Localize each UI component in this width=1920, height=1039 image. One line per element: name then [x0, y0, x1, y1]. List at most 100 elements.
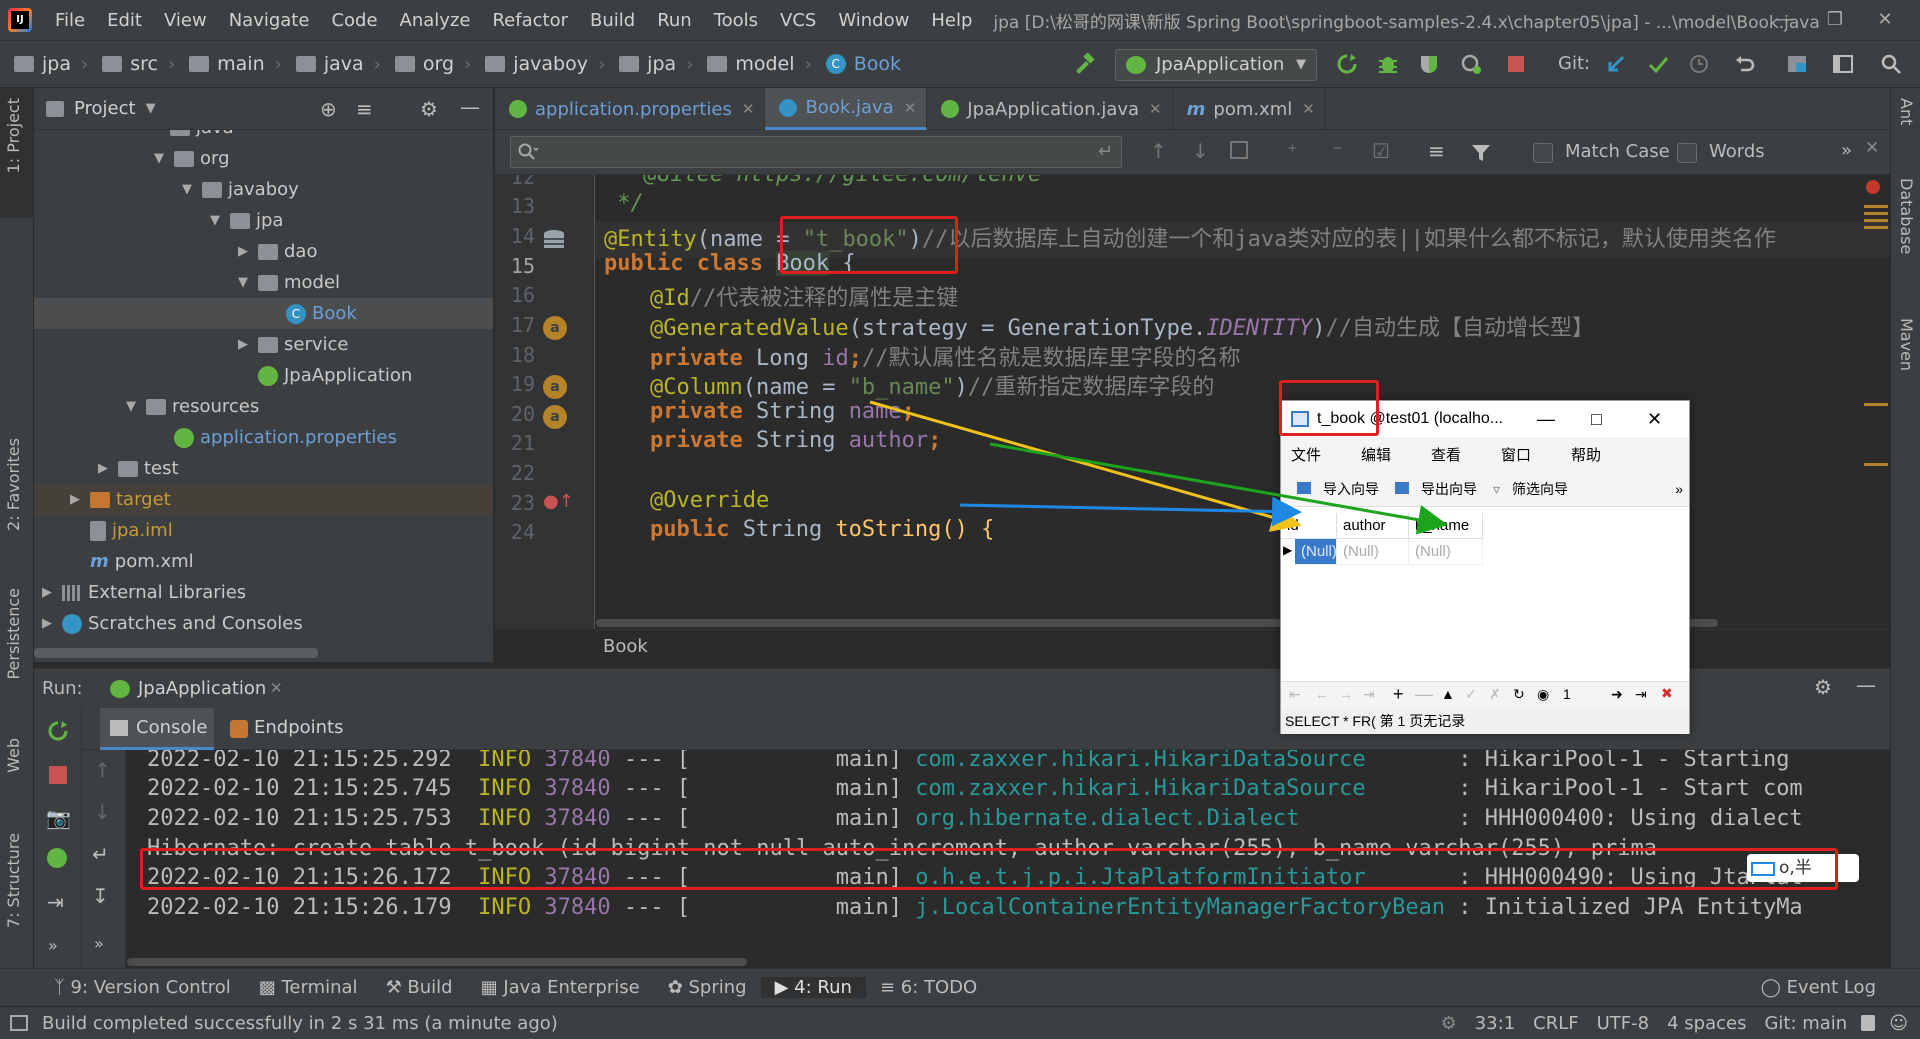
menu-view[interactable]: View	[153, 10, 218, 31]
export-wizard-button[interactable]: 导出向导	[1387, 479, 1477, 499]
close-tab-icon[interactable]: ✕	[1302, 100, 1315, 118]
git-commit-check-icon[interactable]	[1647, 53, 1669, 75]
last-page-icon[interactable]: ⇥	[1635, 686, 1647, 703]
find-input[interactable]: ↵	[510, 136, 1122, 168]
console-horizontal-scrollbar[interactable]	[127, 958, 747, 966]
stop-query-icon[interactable]: ◉	[1537, 686, 1549, 703]
tree-node-org[interactable]: ▼ org	[34, 143, 493, 174]
field-annotation-icon[interactable]: a	[543, 375, 567, 399]
menu-file[interactable]: File	[44, 10, 96, 31]
stop-icon[interactable]	[1505, 53, 1527, 75]
tree-node-test[interactable]: ▶ test	[34, 453, 493, 484]
breadcrumb-main[interactable]: main ›	[175, 53, 282, 75]
maximize-icon[interactable]: □	[1591, 401, 1602, 437]
match-case-checkbox[interactable]	[1533, 143, 1553, 163]
breadcrumb-java[interactable]: java ›	[282, 53, 381, 75]
tree-node-service[interactable]: ▶ service	[34, 329, 493, 360]
tool-tab-favorites[interactable]: 2: Favorites	[4, 438, 23, 531]
apply-icon[interactable]: ✓	[1465, 686, 1477, 703]
collapsed-triangle-icon[interactable]: ▶	[68, 492, 82, 507]
navicat-menu-window[interactable]: 窗口	[1501, 444, 1561, 465]
menu-edit[interactable]: Edit	[96, 10, 153, 31]
hide-panel-icon[interactable]: —	[1856, 673, 1876, 697]
menu-navigate[interactable]: Navigate	[218, 10, 321, 31]
multiline-icon[interactable]: ≡	[1428, 139, 1445, 163]
tree-node-java[interactable]: java	[34, 130, 493, 143]
last-record-icon[interactable]: ⇥	[1363, 686, 1375, 703]
tree-node-scratches[interactable]: ▶ Scratches and Consoles	[34, 608, 493, 639]
project-panel-title[interactable]: Project	[74, 98, 136, 119]
status-panel-icon[interactable]	[10, 1015, 28, 1031]
project-structure-icon[interactable]	[1786, 53, 1808, 75]
tree-node-model[interactable]: ▼ model	[34, 267, 493, 298]
login-arrow-icon[interactable]: ⇥	[47, 890, 64, 914]
refresh-icon[interactable]: ↻	[1513, 686, 1525, 703]
minimize-icon[interactable]: —	[1760, 0, 1810, 40]
menu-code[interactable]: Code	[320, 10, 388, 31]
override-marker-icon[interactable]: ●↑	[543, 491, 574, 512]
tool-version-control[interactable]: ᛉ 9: Version Control	[40, 977, 245, 998]
caret-position[interactable]: 33:1	[1475, 1013, 1515, 1034]
tree-node-javaboy[interactable]: ▼ javaboy	[34, 174, 493, 205]
tree-node-jpa-iml[interactable]: jpa.iml	[34, 515, 493, 546]
restore-icon[interactable]: ❐	[1810, 0, 1860, 40]
select-occurrences-icon[interactable]: ☑	[1372, 139, 1390, 163]
more-icon[interactable]: »	[1675, 481, 1683, 497]
navicat-menu-help[interactable]: 帮助	[1571, 444, 1631, 465]
navicat-menu-view[interactable]: 查看	[1431, 444, 1491, 465]
tool-run[interactable]: ▶ 4: Run	[760, 977, 866, 998]
up-icon[interactable]: ▲	[1441, 686, 1455, 702]
cell-id[interactable]: (Null)	[1295, 539, 1337, 565]
navicat-menu-file[interactable]: 文件	[1291, 444, 1351, 465]
prev-record-icon[interactable]: ←	[1315, 686, 1329, 702]
expand-triangle-icon[interactable]: ▼	[180, 182, 194, 197]
tool-tab-persistence[interactable]: Persistence	[4, 588, 23, 680]
breadcrumb-book[interactable]: C Book	[812, 53, 901, 75]
navicat-menu-edit[interactable]: 编辑	[1361, 444, 1421, 465]
history-clock-icon[interactable]	[1688, 53, 1710, 75]
collapsed-triangle-icon[interactable]: ▶	[96, 461, 110, 476]
user-icon[interactable]: ☺	[1889, 1013, 1908, 1034]
tool-build[interactable]: ⚒ Build	[372, 977, 467, 998]
tree-node-dao[interactable]: ▶ dao	[34, 236, 493, 267]
column-header-author[interactable]: author	[1337, 513, 1409, 539]
locate-crosshair-icon[interactable]: ⊕	[320, 97, 337, 121]
scroll-up-icon[interactable]: ↑	[94, 758, 111, 782]
close-run-tab-icon[interactable]: ✕	[270, 679, 283, 697]
collapsed-triangle-icon[interactable]: ▶	[40, 585, 54, 600]
layout-icon[interactable]	[1832, 53, 1854, 75]
tool-tab-maven[interactable]: Maven	[1897, 318, 1916, 371]
profiler-icon[interactable]	[1460, 53, 1482, 75]
delete-record-icon[interactable]: —	[1415, 684, 1433, 705]
menu-analyze[interactable]: Analyze	[389, 10, 482, 31]
first-record-icon[interactable]: ⇤	[1289, 686, 1301, 703]
breadcrumb-org[interactable]: org ›	[381, 53, 471, 75]
more-icon[interactable]: »	[48, 936, 58, 955]
collapsed-triangle-icon[interactable]: ▶	[236, 244, 250, 259]
tool-tab-structure[interactable]: 7: Structure	[4, 833, 23, 928]
next-occurrence-icon[interactable]: ↓	[1192, 139, 1209, 163]
more-options-icon[interactable]: »	[1841, 140, 1852, 161]
horizontal-scrollbar[interactable]	[34, 648, 318, 658]
rerun-icon[interactable]	[47, 720, 69, 742]
tree-node-jpaapplication[interactable]: JpaApplication	[34, 360, 493, 391]
lock-icon[interactable]	[1861, 1015, 1876, 1031]
tools-icon[interactable]: ✖	[1661, 685, 1673, 702]
discard-icon[interactable]: ✗	[1489, 686, 1501, 703]
previous-occurrence-icon[interactable]: ↑	[1150, 139, 1167, 163]
tree-node-application-properties[interactable]: application.properties	[34, 422, 493, 453]
minimize-icon[interactable]: —	[1537, 401, 1555, 437]
filter-icon[interactable]	[1470, 142, 1492, 164]
breadcrumb-jpa-package[interactable]: jpa ›	[605, 53, 693, 75]
tool-spring[interactable]: ✿ Spring	[654, 977, 761, 998]
column-header-id[interactable]: id	[1281, 513, 1337, 539]
collapse-all-icon[interactable]: ≡	[356, 97, 373, 121]
search-everywhere-icon[interactable]	[1880, 53, 1902, 75]
line-separator[interactable]: CRLF	[1533, 1013, 1578, 1034]
tool-tab-database[interactable]: Database	[1897, 178, 1916, 254]
git-update-arrow-icon[interactable]	[1605, 53, 1627, 75]
words-checkbox[interactable]	[1677, 143, 1697, 163]
expand-triangle-icon[interactable]: ▼	[152, 151, 166, 166]
close-window-icon[interactable]: ✕	[1860, 0, 1910, 40]
next-record-icon[interactable]: →	[1339, 686, 1353, 702]
